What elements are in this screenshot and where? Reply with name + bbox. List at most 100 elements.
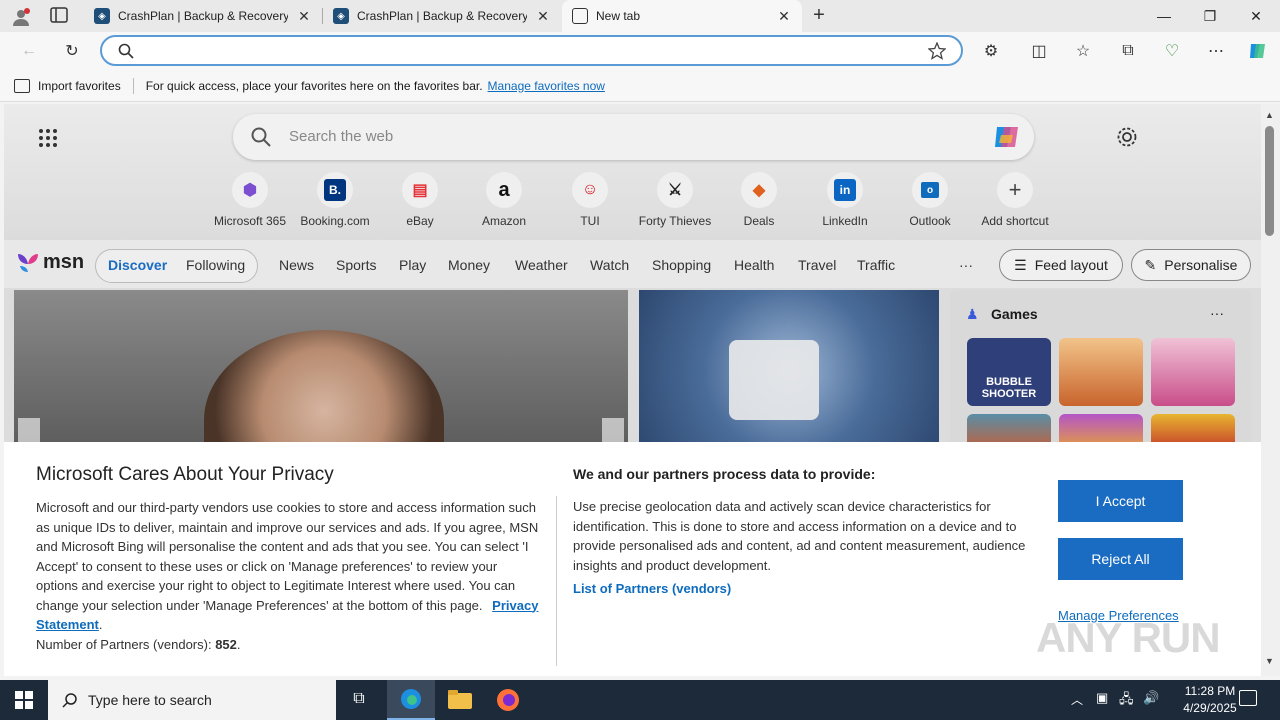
tab-discover[interactable]: Discover bbox=[108, 257, 167, 273]
category-traffic[interactable]: Traffic bbox=[857, 257, 895, 273]
close-tab-icon[interactable]: ✕ bbox=[535, 8, 551, 25]
microsoft365-icon: ⬢ bbox=[232, 172, 268, 208]
personalise-button[interactable]: ✎ Personalise bbox=[1131, 249, 1251, 281]
notifications-icon[interactable] bbox=[1239, 690, 1257, 706]
more-menu-icon[interactable]: ⋯ bbox=[1201, 36, 1231, 66]
shortcut-label: TUI bbox=[580, 214, 600, 228]
category-travel[interactable]: Travel bbox=[798, 257, 836, 273]
shortcut-add[interactable]: + Add shortcut bbox=[975, 170, 1055, 228]
processing-title: We and our partners process data to prov… bbox=[573, 466, 876, 482]
web-search-box[interactable]: Search the web bbox=[233, 114, 1034, 160]
shortcut-microsoft365[interactable]: ⬢ Microsoft 365 bbox=[210, 170, 290, 228]
tab-actions-icon[interactable] bbox=[50, 7, 70, 25]
category-news[interactable]: News bbox=[279, 257, 314, 273]
network-icon[interactable]: 🖧 bbox=[1119, 690, 1134, 712]
import-favorites-button[interactable]: Import favorites bbox=[38, 79, 121, 93]
taskbar-search-box[interactable]: Type here to search bbox=[48, 680, 336, 720]
tab-title: CrashPlan | Backup & Recovery S bbox=[118, 9, 288, 23]
category-sports[interactable]: Sports bbox=[336, 257, 376, 273]
category-watch[interactable]: Watch bbox=[590, 257, 629, 273]
restore-icon[interactable]: ❐ bbox=[1187, 0, 1233, 32]
outlook-icon: o bbox=[912, 172, 948, 208]
apps-grid-icon[interactable] bbox=[38, 128, 58, 148]
manage-favorites-link[interactable]: Manage favorites now bbox=[488, 79, 605, 93]
close-tab-icon[interactable]: ✕ bbox=[296, 8, 312, 25]
browser-title-bar: ◈ CrashPlan | Backup & Recovery S ✕ ◈ Cr… bbox=[0, 0, 1280, 32]
firefox-icon[interactable] bbox=[496, 688, 520, 712]
personalise-label: Personalise bbox=[1164, 257, 1238, 273]
category-weather[interactable]: Weather bbox=[515, 257, 568, 273]
windows-taskbar: Type here to search ⧉ ︿ ▣ 🖧 🔊 11:28 PM 4… bbox=[0, 680, 1280, 720]
tab-new-tab[interactable]: New tab ✕ bbox=[562, 0, 802, 32]
feed-layout-button[interactable]: ☰ Feed layout bbox=[999, 249, 1123, 281]
shortcut-ebay[interactable]: ▤ eBay bbox=[380, 170, 460, 228]
tab-title: CrashPlan | Backup & Recovery S bbox=[357, 9, 527, 23]
page-settings-icon[interactable] bbox=[1116, 126, 1138, 148]
scroll-up-icon[interactable]: ▲ bbox=[1265, 110, 1274, 120]
page-scrollbar[interactable]: ▲ ▼ bbox=[1261, 104, 1280, 676]
collections-icon[interactable]: ⧉ bbox=[1113, 36, 1143, 66]
tab-crashplan-1[interactable]: ◈ CrashPlan | Backup & Recovery S ✕ bbox=[84, 0, 322, 32]
category-money[interactable]: Money bbox=[448, 257, 490, 273]
split-screen-icon[interactable]: ◫ bbox=[1024, 36, 1054, 66]
search-icon bbox=[62, 693, 77, 708]
game-tile-bubble-shooter[interactable]: BUBBLE SHOOTER bbox=[967, 338, 1051, 406]
copilot-icon[interactable] bbox=[991, 121, 1023, 153]
category-play[interactable]: Play bbox=[399, 257, 426, 273]
list-of-partners-link[interactable]: List of Partners (vendors) bbox=[573, 581, 731, 596]
favorites-bar: Import favorites For quick access, place… bbox=[0, 70, 1280, 102]
msn-logo[interactable]: msn bbox=[16, 250, 84, 274]
game-title: BUBBLE SHOOTER bbox=[981, 376, 1037, 400]
tab-crashplan-2[interactable]: ◈ CrashPlan | Backup & Recovery S ✕ bbox=[323, 0, 561, 32]
edge-taskbar-icon[interactable] bbox=[387, 680, 435, 720]
extensions-icon[interactable]: ⚙ bbox=[976, 36, 1006, 66]
shortcut-deals[interactable]: ◆ Deals bbox=[719, 170, 799, 228]
back-icon[interactable]: ← bbox=[14, 36, 44, 66]
hero-photo bbox=[204, 330, 444, 450]
clock-date[interactable]: 4/29/2025 bbox=[1170, 701, 1250, 715]
import-favorites-icon bbox=[14, 78, 30, 93]
shortcut-booking[interactable]: B. Booking.com bbox=[295, 170, 375, 228]
shortcut-amazon[interactable]: a Amazon bbox=[464, 170, 544, 228]
category-shopping[interactable]: Shopping bbox=[652, 257, 711, 273]
scroll-thumb[interactable] bbox=[1265, 126, 1274, 236]
close-window-icon[interactable]: ✕ bbox=[1233, 0, 1279, 32]
shortcut-tui[interactable]: ☺ TUI bbox=[550, 170, 630, 228]
refresh-icon[interactable]: ↻ bbox=[57, 36, 87, 66]
minimize-icon[interactable]: — bbox=[1141, 0, 1187, 32]
new-tab-button[interactable]: + bbox=[808, 4, 830, 28]
secondary-news-card[interactable] bbox=[639, 290, 939, 450]
task-view-icon[interactable]: ⧉ bbox=[348, 690, 370, 710]
hero-news-card[interactable] bbox=[14, 290, 628, 450]
game-tile[interactable] bbox=[1151, 338, 1235, 406]
privacy-body: Microsoft and our third-party vendors us… bbox=[36, 500, 539, 652]
tray-chevron-icon[interactable]: ︿ bbox=[1071, 691, 1083, 708]
browser-essentials-icon[interactable]: ♡ bbox=[1157, 36, 1187, 66]
copilot-icon[interactable] bbox=[1243, 36, 1273, 66]
close-tab-icon[interactable]: ✕ bbox=[776, 8, 792, 25]
more-categories-icon[interactable]: ··· bbox=[959, 257, 973, 273]
shortcut-forty-thieves[interactable]: ⚔ Forty Thieves bbox=[635, 170, 715, 228]
start-button[interactable] bbox=[0, 680, 48, 720]
shortcut-linkedin[interactable]: in LinkedIn bbox=[805, 170, 885, 228]
profile-icon[interactable] bbox=[10, 6, 32, 28]
game-tile[interactable] bbox=[1059, 338, 1143, 406]
favorite-star-icon[interactable] bbox=[928, 42, 946, 60]
plus-icon: + bbox=[997, 172, 1033, 208]
address-bar[interactable] bbox=[100, 35, 963, 66]
windows-logo-icon bbox=[15, 691, 33, 709]
category-health[interactable]: Health bbox=[734, 257, 774, 273]
clock-time[interactable]: 11:28 PM bbox=[1170, 684, 1250, 698]
sliders-icon: ☰ bbox=[1014, 256, 1027, 273]
shortcut-outlook[interactable]: o Outlook bbox=[890, 170, 970, 228]
tab-following[interactable]: Following bbox=[186, 257, 245, 273]
watermark-text: ANY RUN bbox=[1036, 614, 1221, 661]
file-explorer-icon[interactable] bbox=[448, 690, 472, 710]
scroll-down-icon[interactable]: ▼ bbox=[1265, 656, 1274, 666]
accept-button[interactable]: I Accept bbox=[1058, 480, 1183, 522]
games-more-icon[interactable]: ··· bbox=[1210, 305, 1224, 321]
tray-device-icon[interactable]: ▣ bbox=[1096, 690, 1108, 706]
favorites-icon[interactable]: ☆ bbox=[1068, 36, 1098, 66]
reject-all-button[interactable]: Reject All bbox=[1058, 538, 1183, 580]
volume-icon[interactable]: 🔊 bbox=[1143, 690, 1159, 706]
